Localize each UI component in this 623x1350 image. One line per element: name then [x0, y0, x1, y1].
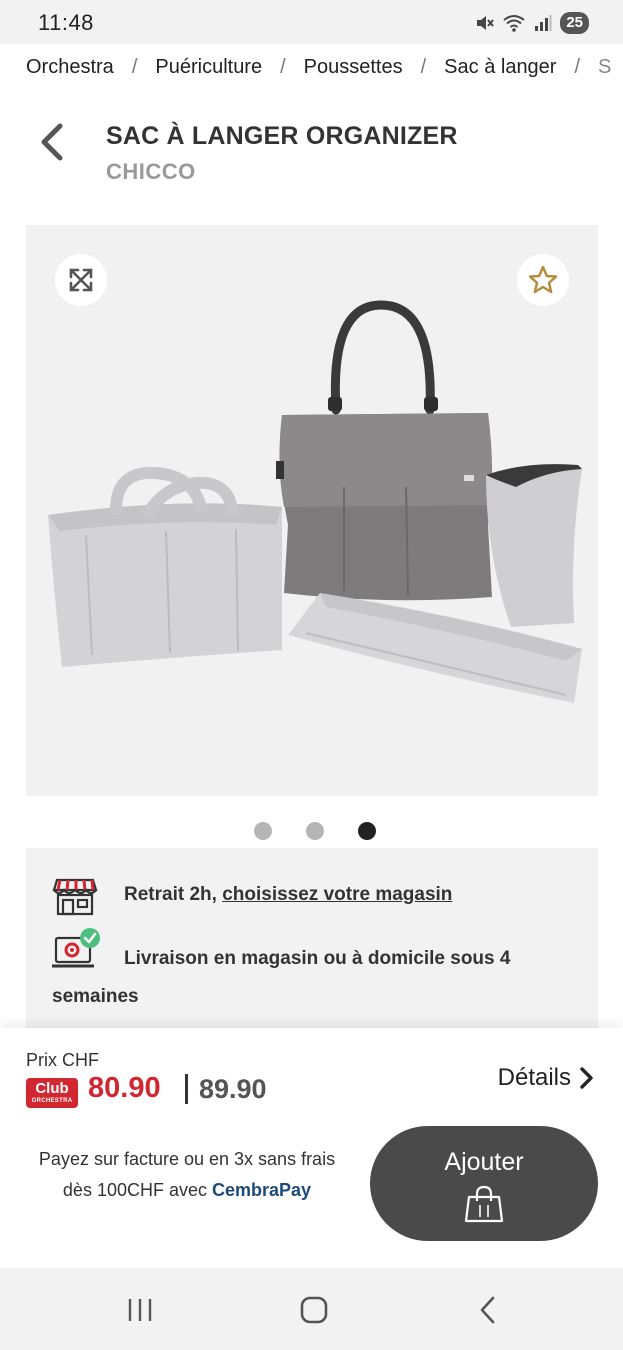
pickup-row: Retrait 2h, choisissez votre magasin [26, 876, 598, 916]
status-icons: 25 [474, 12, 589, 34]
club-price: 80.90 [88, 1072, 161, 1104]
add-to-cart-label: Ajouter [444, 1148, 524, 1176]
gallery-pagination [0, 822, 623, 840]
breadcrumb-separator: / [420, 56, 427, 78]
expand-icon [69, 268, 93, 292]
product-image [48, 300, 582, 703]
breadcrumb-item-truncated[interactable]: S [598, 56, 611, 78]
chevron-right-icon [580, 1067, 593, 1089]
payment-info: Payez sur facture ou en 3x sans frais dè… [24, 1144, 350, 1206]
pagination-dot[interactable] [253, 822, 272, 840]
shopping-bag-icon [464, 1185, 504, 1223]
favorite-button[interactable] [517, 254, 569, 306]
pickup-prefix: Retrait 2h, [124, 884, 223, 905]
choose-store-link[interactable]: choisissez votre magasin [222, 884, 452, 905]
price-label: Prix CHF [26, 1050, 99, 1070]
wifi-icon [503, 15, 525, 32]
status-bar: 11:48 25 [0, 0, 623, 44]
regular-price: 89.90 [199, 1074, 267, 1104]
price-divider [185, 1074, 188, 1104]
breadcrumb-separator: / [574, 56, 581, 78]
battery-indicator: 25 [560, 12, 589, 34]
recent-apps-button[interactable] [120, 1290, 160, 1330]
details-label: Détails [497, 1064, 571, 1091]
star-icon [528, 265, 558, 294]
back-icon [480, 1296, 495, 1324]
pagination-dot[interactable] [305, 822, 324, 840]
delivery-info-box: Retrait 2h, choisissez votre magasin Liv… [26, 848, 598, 1033]
product-image-gallery[interactable] [26, 225, 598, 796]
purchase-panel: Prix CHF Club ORCHESTRA 80.90 89.90 Déta… [0, 1028, 623, 1268]
store-icon [52, 878, 98, 916]
signal-icon [535, 15, 552, 31]
details-button[interactable]: Détails [498, 1064, 595, 1092]
breadcrumb-item-orchestra[interactable]: Orchestra [26, 56, 114, 78]
breadcrumb-separator: / [131, 56, 138, 78]
recent-apps-icon [128, 1299, 152, 1321]
pickup-text: Retrait 2h, choisissez votre magasin [124, 884, 452, 906]
system-back-button[interactable] [468, 1290, 508, 1330]
chevron-left-icon [41, 123, 63, 161]
breadcrumb-item-sac-a-langer[interactable]: Sac à langer [444, 56, 556, 78]
status-time: 11:48 [38, 10, 94, 35]
add-to-cart-button[interactable]: Ajouter [370, 1126, 598, 1241]
system-navigation-bar [0, 1268, 623, 1350]
breadcrumb-separator: / [280, 56, 286, 78]
breadcrumb: Orchestra / Puériculture / Poussettes / Sac à … [26, 56, 623, 82]
product-title: SAC À LANGER ORGANIZER [106, 122, 458, 150]
product-brand[interactable]: CHICCO [106, 159, 196, 185]
back-button[interactable] [34, 118, 70, 166]
delivery-text: Livraison en magasin ou à domicile sous … [52, 948, 511, 1007]
breadcrumb-item-poussettes[interactable]: Poussettes [304, 56, 403, 78]
pagination-dot-active[interactable] [357, 822, 376, 840]
cembrapay-label: CembraPay [212, 1180, 312, 1200]
club-orchestra-logo: Club ORCHESTRA [26, 1078, 78, 1108]
mute-icon [477, 16, 495, 30]
breadcrumb-item-puericulture[interactable]: Puériculture [155, 56, 262, 78]
expand-button[interactable] [55, 254, 107, 306]
home-icon [300, 1296, 328, 1324]
home-button[interactable] [294, 1290, 334, 1330]
